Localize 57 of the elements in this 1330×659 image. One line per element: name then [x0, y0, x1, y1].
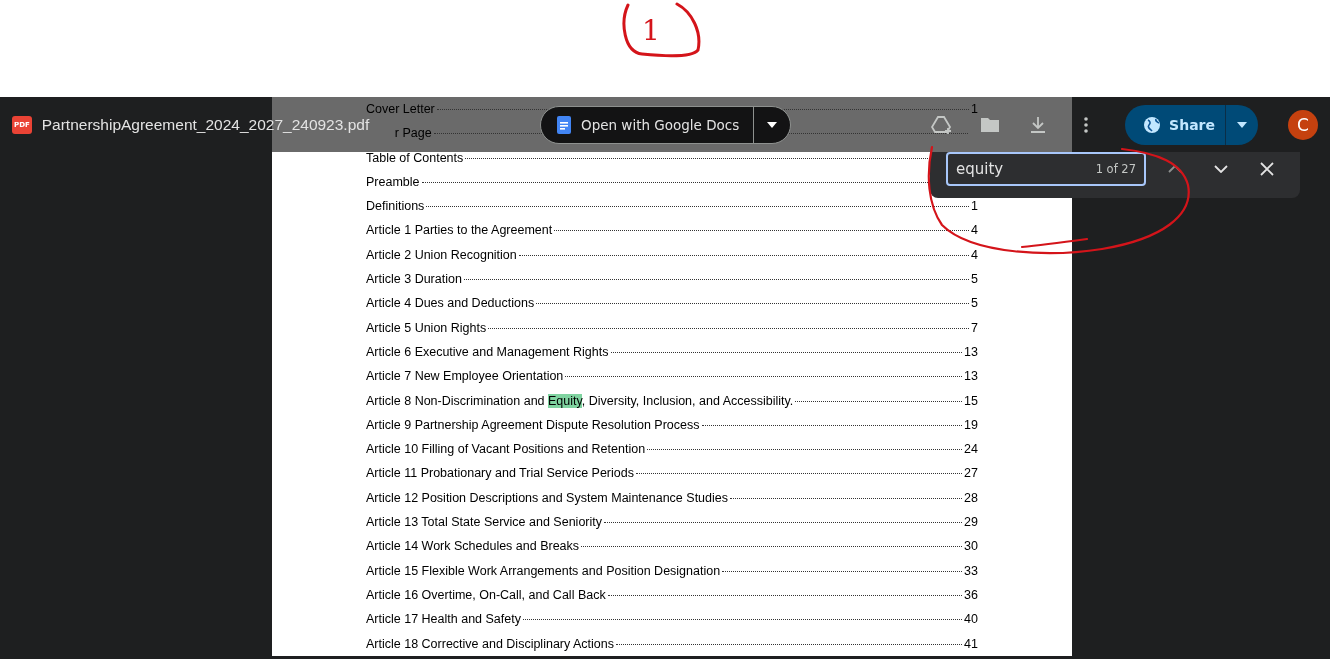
caret-icon [767, 122, 778, 128]
page-number: 28 [964, 489, 978, 507]
document-icon [557, 116, 571, 134]
toc-entry[interactable]: Article 16 Overtime, On-Call, and Call Back [366, 582, 606, 608]
toc-entry[interactable]: Article 4 Dues and Deductions [366, 291, 535, 316]
toc-entry[interactable]: Article 12 Position Descriptions and System Maintenance Studies [366, 485, 728, 511]
toc-entry[interactable]: Article 9 Partnership Agreement Dispute Resolution Process [366, 412, 700, 438]
page-number: 7 [971, 319, 978, 337]
toc-entry[interactable]: Definitions [366, 194, 425, 219]
page-number: 36 [964, 586, 978, 604]
page-number: 15 [964, 392, 978, 410]
annotation-number: 1 [642, 14, 660, 47]
toc-entry[interactable]: Table of Contents [366, 145, 464, 170]
toc-entry[interactable]: Article 17 Health and Safety [366, 607, 521, 632]
page-number: 13 [964, 343, 978, 361]
page-number: 33 [964, 562, 978, 580]
toc-entry[interactable]: Article 13 Total State Service and Seniority [366, 510, 602, 535]
toc-entry[interactable]: Preamble [366, 169, 420, 195]
find-input[interactable]: equity [956, 160, 1096, 178]
page-number: 40 [964, 611, 978, 629]
download-icon [1029, 116, 1048, 134]
toc-entry[interactable]: Article 2 Union Recognition [366, 242, 517, 268]
globe-icon [1143, 116, 1162, 134]
toc-entry[interactable]: Article 5 Union Rights [366, 315, 487, 340]
toc-entry[interactable]: Article 11 Probationary and Trial Service Periods [366, 461, 634, 486]
caret-icon [1237, 122, 1247, 128]
more-vertical-icon [1084, 117, 1089, 133]
close-icon [1260, 162, 1274, 176]
page-number: 5 [971, 271, 978, 289]
toc-entry[interactable]: Article 7 New Employee Orientation [366, 364, 564, 389]
toc-entry[interactable]: Article 14 Work Schedules and Breaks [366, 534, 580, 559]
toc-entry[interactable]: Article 15 Flexible Work Arrangements and Position Designation [366, 558, 721, 583]
page-number: 4 [971, 222, 978, 240]
chevron-down-icon [1214, 165, 1228, 173]
toc-entry[interactable]: Article 1 Parties to the Agreement [366, 218, 553, 243]
page-number: 24 [964, 441, 978, 459]
toc-entry[interactable]: Article 18 Corrective and Disciplinary Actions [366, 631, 615, 656]
triangle-plus-icon [931, 115, 954, 135]
page-number: 1 [971, 101, 978, 118]
page-number: 13 [964, 368, 978, 386]
page-number: 29 [964, 514, 978, 532]
page-number: 41 [964, 635, 978, 653]
file-name: PartnershipAgreement_2024_2027_240923.pdf [41, 116, 370, 134]
find-field[interactable]: equity 1 of 27 [946, 152, 1146, 186]
toc-entry[interactable]: Article 6 Executive and Management Rights [366, 339, 609, 365]
page-number: 30 [964, 538, 978, 556]
page-number: 5 [971, 295, 978, 313]
page-number: 27 [964, 465, 978, 483]
match-count: 1 of 27 [1095, 162, 1136, 176]
toc-entry[interactable]: Article 10 Filling of Vacant Positions and Retention [366, 437, 646, 462]
folder-icon [979, 116, 1002, 134]
account-avatar[interactable]: C [1288, 110, 1318, 140]
page-number: 1 [971, 198, 978, 216]
toc-entry[interactable]: Article 8 Non-Discrimination and Equity, Diversity, Inclusion, and Accessibility. [366, 388, 794, 413]
page-number: 4 [971, 246, 978, 264]
page-number: 19 [964, 416, 978, 434]
toc-entry[interactable]: Article 3 Duration [366, 267, 462, 292]
